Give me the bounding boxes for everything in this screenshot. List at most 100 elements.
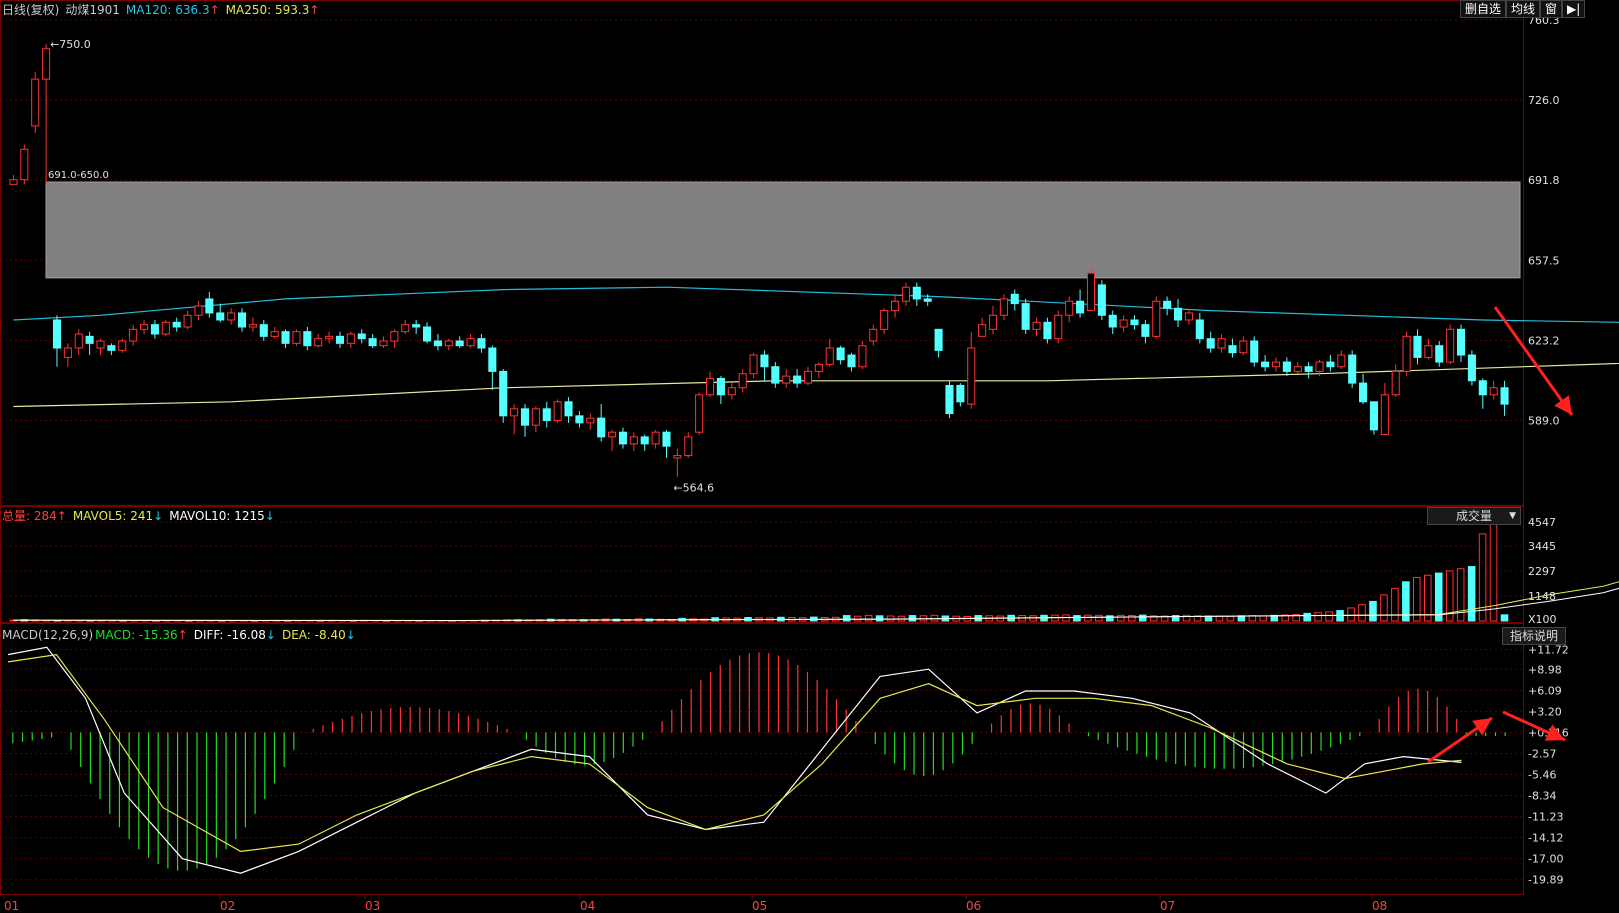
- candle-body: [575, 415, 584, 424]
- macd-axis-label: -5.46: [1528, 769, 1556, 782]
- volume-bar: [1314, 612, 1322, 622]
- candle-body: [597, 417, 606, 438]
- month-label: 05: [752, 899, 767, 913]
- candle-body: [651, 431, 660, 445]
- candle-body: [1271, 361, 1281, 368]
- top-toolbar: 删自选 均线 窗 ▶|: [1460, 0, 1586, 18]
- volume-bar: [864, 614, 873, 622]
- candle-body: [1173, 307, 1183, 321]
- candle-body: [1337, 354, 1346, 368]
- macd-axis-label: -17.00: [1528, 853, 1563, 866]
- ma120-line: [13, 286, 1619, 323]
- candle-body: [488, 347, 497, 372]
- candle-body: [270, 331, 279, 337]
- moving-averages: [13, 286, 1619, 408]
- candle-body: [618, 431, 627, 445]
- candle-body: [1032, 321, 1041, 330]
- chevron-down-icon: ▼: [1509, 511, 1516, 521]
- candle-body: [891, 300, 900, 312]
- volume-header: 总量: 284↑ MAVOL5: 241↓ MAVOL10: 1215↓: [2, 508, 281, 524]
- candle-body: [1369, 401, 1378, 431]
- candle-body: [956, 384, 965, 403]
- window-button[interactable]: 窗: [1540, 0, 1563, 18]
- symbol-label: 动煤1901: [65, 3, 120, 17]
- candle-body: [1239, 340, 1248, 354]
- mavol10-label: MAVOL10: 1215↓: [169, 509, 275, 523]
- volume-bar: [1358, 604, 1366, 622]
- candle-body: [379, 340, 388, 347]
- candle-body: [85, 335, 94, 344]
- macd-axis-label: -8.34: [1528, 790, 1556, 803]
- candle-body: [999, 298, 1008, 316]
- candle-body: [314, 338, 323, 347]
- mavol5-label: MAVOL5: 241↓: [72, 509, 164, 523]
- candle-body: [227, 312, 236, 321]
- volume-axis-label: 4547: [1528, 516, 1556, 529]
- volume-bar: [1095, 614, 1103, 622]
- candle-body: [782, 375, 791, 384]
- candle-body: [444, 340, 453, 347]
- price-down-arrow-head: [1554, 395, 1572, 415]
- price-axis-label: 623.2: [1528, 335, 1560, 348]
- volume-bar: [1259, 615, 1268, 622]
- candle-body: [42, 48, 51, 80]
- exit-button[interactable]: ▶|: [1562, 0, 1586, 18]
- candle-body: [1435, 345, 1444, 363]
- volume-bar: [842, 615, 851, 622]
- candle-body: [422, 326, 432, 342]
- candle-body: [1348, 354, 1357, 384]
- candle-body: [1402, 335, 1411, 372]
- grid-lines: [0, 19, 1524, 899]
- candle-body: [183, 314, 192, 328]
- candle-body: [390, 331, 399, 342]
- price-axis-label: 691.8: [1528, 174, 1560, 187]
- candle-body: [259, 324, 268, 337]
- volume-bar: [1380, 594, 1388, 622]
- candle-body: [1021, 303, 1030, 330]
- candle-body: [455, 340, 464, 347]
- candle-body: [368, 338, 377, 347]
- low-annotation: ←564.6: [673, 482, 714, 495]
- candle-body: [1184, 312, 1193, 321]
- candle-body: [150, 324, 159, 335]
- ma-line-button[interactable]: 均线: [1506, 0, 1541, 18]
- candle-body: [1456, 328, 1466, 356]
- candle-body: [978, 324, 987, 337]
- candle-body: [248, 324, 257, 328]
- price-axis-label: 589.0: [1528, 415, 1560, 428]
- volume-bar: [1391, 587, 1399, 622]
- month-label: 06: [966, 899, 981, 913]
- candle-body: [466, 338, 475, 347]
- volume-indicator-select[interactable]: 成交量 ▼: [1427, 507, 1521, 525]
- candle-body: [553, 401, 562, 422]
- macd-value-label: MACD: -15.36↑: [95, 628, 188, 642]
- month-label: 03: [365, 899, 380, 913]
- candle-body: [1315, 361, 1324, 372]
- candle-body: [716, 377, 725, 396]
- candle-body: [1010, 293, 1019, 305]
- volume-bar: [1226, 615, 1235, 622]
- month-label: 02: [220, 899, 235, 913]
- candle-body: [1326, 361, 1335, 368]
- indicator-help-button[interactable]: 指标说明: [1502, 627, 1566, 645]
- candle-body: [216, 312, 225, 321]
- delete-watch-button[interactable]: 删自选: [1460, 0, 1507, 18]
- candle-body: [1478, 380, 1487, 396]
- candle-body: [433, 340, 442, 347]
- candle-body: [825, 347, 834, 365]
- candle-body: [20, 148, 29, 181]
- macd-axis-label: +3.20: [1528, 705, 1562, 718]
- candle-body: [335, 335, 345, 344]
- candle-body: [1250, 340, 1259, 363]
- candle-body: [346, 333, 355, 344]
- macd-up-arrow-head: [1472, 718, 1492, 736]
- candle-body: [1413, 335, 1422, 358]
- candle-body: [803, 370, 813, 384]
- candle-body: [1206, 338, 1215, 349]
- mavol10-line: [13, 587, 1619, 622]
- candle-body: [760, 354, 769, 368]
- candle-body: [640, 436, 649, 445]
- candle-body: [1228, 345, 1237, 354]
- volume-axis-label: 1148: [1528, 590, 1556, 603]
- period-label[interactable]: 日线(复权): [2, 3, 59, 17]
